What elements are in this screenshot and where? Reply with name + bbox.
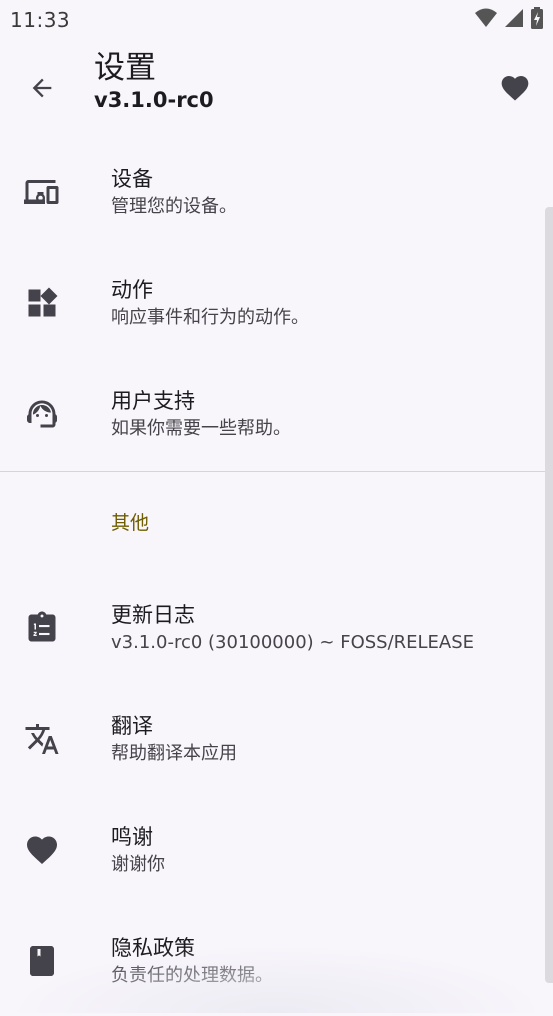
wifi-icon [475, 8, 497, 27]
support-agent-icon [24, 396, 60, 432]
list-item-privacy[interactable]: 隐私政策 负责任的处理数据。 [0, 905, 553, 1016]
arrow-back-icon [32, 78, 52, 98]
list-item-changelog[interactable]: 更新日志 v3.1.0-rc0 (30100000) ~ FOSS/RELEAS… [0, 572, 553, 683]
back-button[interactable] [20, 66, 64, 110]
changelog-icon [24, 610, 60, 646]
favorite-button[interactable] [493, 66, 537, 110]
translate-icon [24, 721, 60, 757]
item-description: 管理您的设备。 [111, 195, 237, 217]
status-icons [475, 7, 543, 29]
top-app-bar: 设置 v3.1.0-rc0 [0, 40, 553, 136]
signal-icon [505, 9, 523, 27]
list-item-credits[interactable]: 鸣谢 谢谢你 [0, 794, 553, 905]
scrollbar[interactable] [545, 207, 553, 983]
item-description: 帮助翻译本应用 [111, 742, 237, 764]
heart-icon [501, 76, 529, 101]
item-label: 鸣谢 [111, 824, 153, 849]
page-subtitle: v3.1.0-rc0 [94, 88, 214, 112]
status-time: 11:33 [10, 8, 71, 32]
widgets-icon [24, 285, 60, 321]
title-group: 设置 v3.1.0-rc0 [94, 48, 214, 114]
item-description: 响应事件和行为的动作。 [111, 306, 309, 328]
list-item-devices[interactable]: 设备 管理您的设备。 [0, 136, 553, 247]
item-label: 动作 [111, 277, 153, 302]
devices-icon [24, 174, 60, 210]
item-label: 翻译 [111, 713, 153, 738]
section-header-label: 其他 [111, 512, 150, 534]
item-label: 用户支持 [111, 388, 195, 413]
item-description: v3.1.0-rc0 (30100000) ~ FOSS/RELEASE [111, 631, 475, 653]
heart-icon [24, 832, 60, 868]
battery-icon [531, 7, 543, 29]
item-label: 更新日志 [111, 602, 195, 627]
list-item-support[interactable]: 用户支持 如果你需要一些帮助。 [0, 358, 553, 469]
list-item-actions[interactable]: 动作 响应事件和行为的动作。 [0, 247, 553, 358]
item-label: 隐私政策 [111, 935, 195, 960]
item-description: 负责任的处理数据。 [111, 964, 273, 986]
settings-list: 设备 管理您的设备。 动作 响应事件和行为的动作。 用户支持 如果你需要一些帮助… [0, 136, 553, 1016]
list-item-translate[interactable]: 翻译 帮助翻译本应用 [0, 683, 553, 794]
book-icon [24, 943, 60, 979]
item-label: 设备 [111, 166, 153, 191]
item-description: 谢谢你 [111, 853, 165, 875]
item-description: 如果你需要一些帮助。 [111, 417, 291, 439]
section-header-other: 其他 [0, 472, 553, 572]
status-bar: 11:33 [0, 0, 553, 40]
page-title: 设置 [94, 50, 156, 86]
